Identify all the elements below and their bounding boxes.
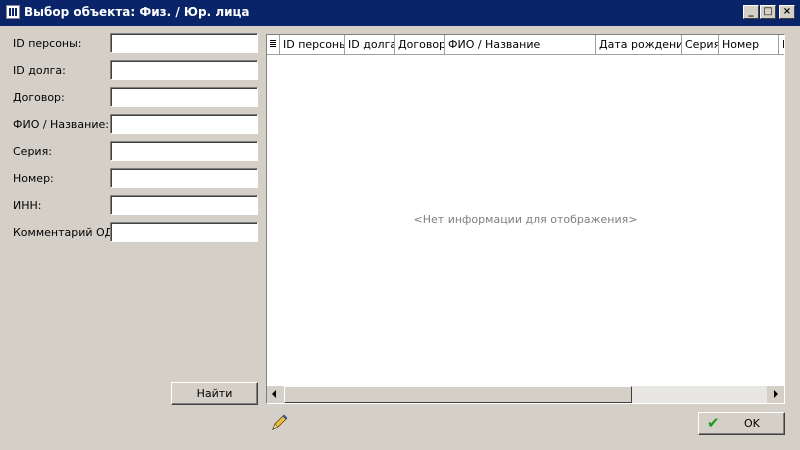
window-titlebar: Выбор объекта: Физ. / Юр. лица _ □ × xyxy=(0,0,800,26)
name-input[interactable] xyxy=(110,114,258,134)
results-grid[interactable]: ID персоны ID долга Договор ФИО / Назван… xyxy=(266,34,785,404)
find-button[interactable]: Найти xyxy=(171,382,258,405)
number-input[interactable] xyxy=(110,168,258,188)
label-comment: Комментарий ОД: xyxy=(13,226,117,239)
series-input[interactable] xyxy=(110,141,258,161)
inn-input[interactable] xyxy=(110,195,258,215)
ok-button-label: OK xyxy=(744,417,760,430)
column-header-contract[interactable]: Договор xyxy=(395,35,445,54)
column-header-number[interactable]: Номер xyxy=(719,35,779,54)
column-header-person-id[interactable]: ID персоны xyxy=(280,35,345,54)
maximize-button[interactable]: □ xyxy=(760,5,776,19)
column-header-birth-date[interactable]: Дата рождения xyxy=(596,35,682,54)
column-header-series[interactable]: Серия xyxy=(682,35,719,54)
column-chooser-icon[interactable] xyxy=(267,35,280,54)
label-number: Номер: xyxy=(13,172,54,185)
comment-input[interactable] xyxy=(110,222,258,242)
scroll-thumb[interactable] xyxy=(284,386,632,403)
minimize-button[interactable]: _ xyxy=(743,5,759,19)
debt-id-input[interactable] xyxy=(110,60,258,80)
label-inn: ИНН: xyxy=(13,199,42,212)
horizontal-scrollbar[interactable] xyxy=(267,386,784,403)
app-icon[interactable] xyxy=(6,5,20,19)
person-id-input[interactable] xyxy=(110,33,258,53)
column-header-debt-id[interactable]: ID долга xyxy=(345,35,395,54)
pencil-icon[interactable] xyxy=(270,414,288,432)
contract-input[interactable] xyxy=(110,87,258,107)
column-header-more[interactable]: I xyxy=(779,35,784,54)
ok-button[interactable]: ✔ OK xyxy=(698,412,785,435)
label-contract: Договор: xyxy=(13,91,65,104)
column-header-name[interactable]: ФИО / Название xyxy=(445,35,596,54)
empty-grid-message: <Нет информации для отображения> xyxy=(413,213,638,226)
grid-header: ID персоны ID долга Договор ФИО / Назван… xyxy=(267,35,784,55)
label-series: Серия: xyxy=(13,145,52,158)
window-title: Выбор объекта: Физ. / Юр. лица xyxy=(24,5,250,19)
checkmark-icon: ✔ xyxy=(707,414,720,432)
label-debt-id: ID долга: xyxy=(13,64,66,77)
scroll-left-arrow-icon[interactable] xyxy=(267,386,284,403)
scroll-right-arrow-icon[interactable] xyxy=(767,386,784,403)
label-name: ФИО / Название: xyxy=(13,118,109,131)
close-button[interactable]: × xyxy=(779,5,795,19)
label-person-id: ID персоны: xyxy=(13,37,82,50)
